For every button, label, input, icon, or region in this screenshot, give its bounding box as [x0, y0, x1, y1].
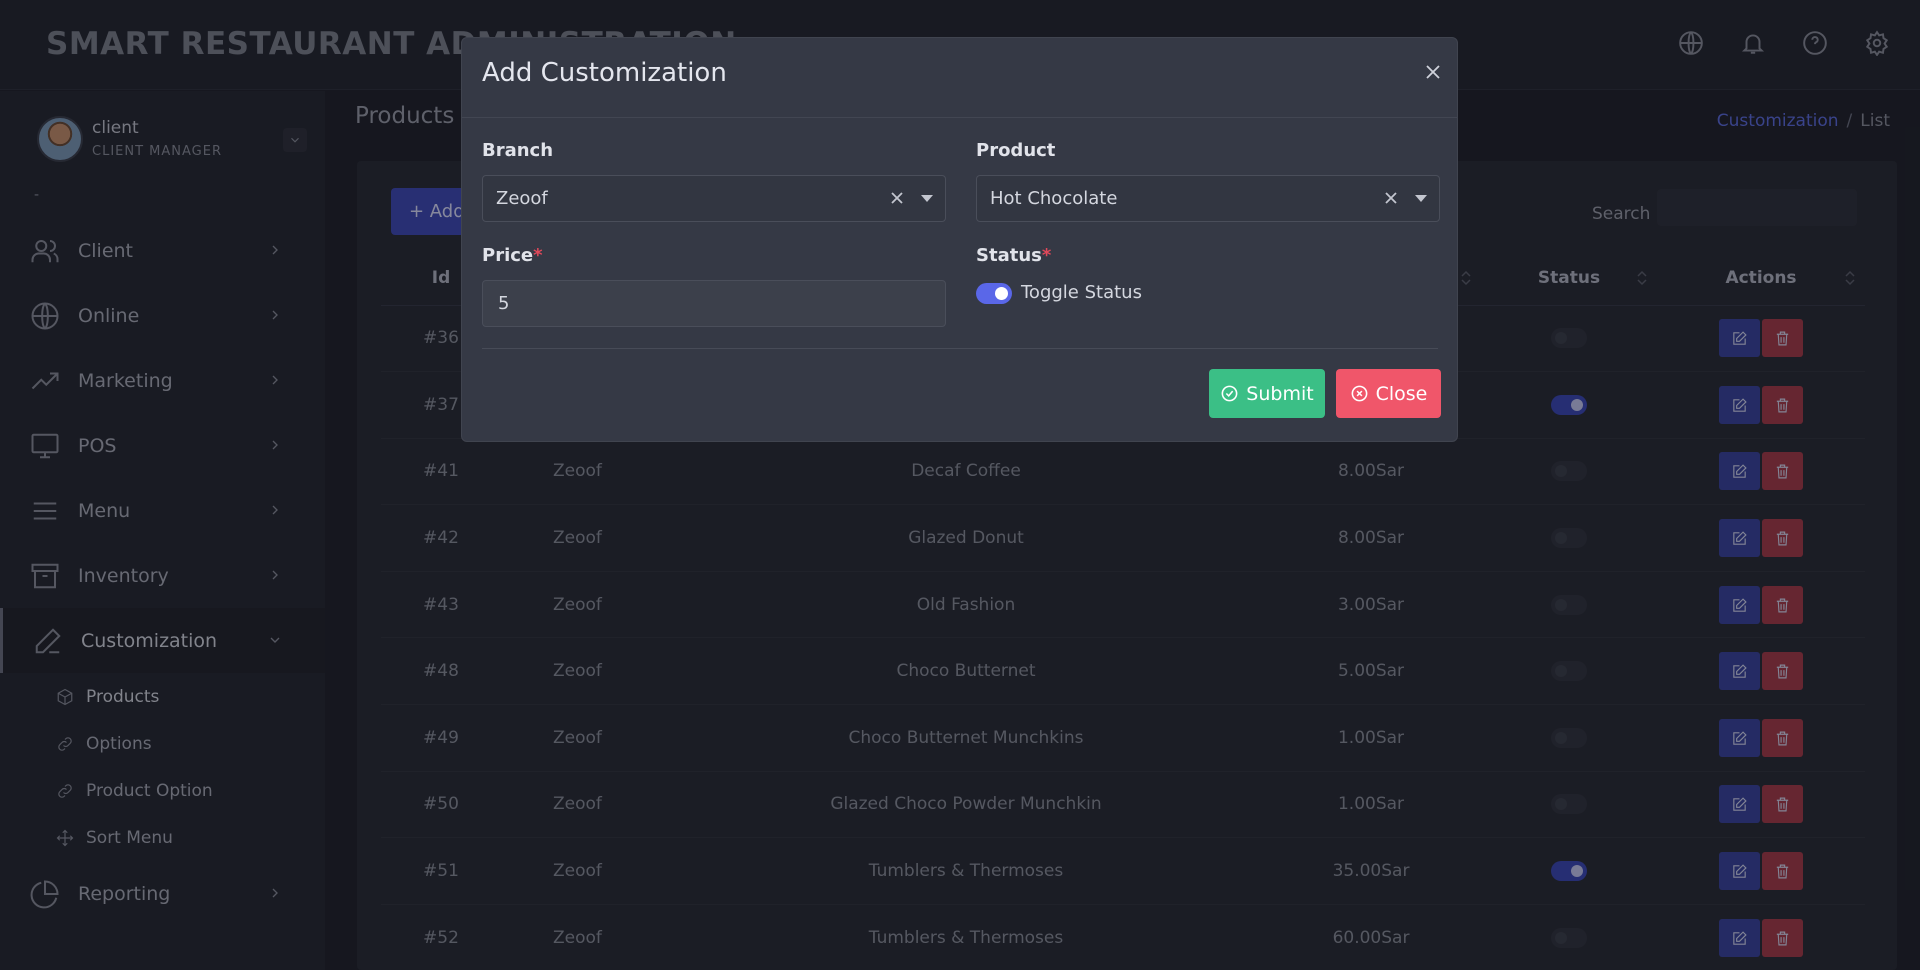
required-mark: *: [1041, 245, 1052, 266]
required-mark: *: [533, 245, 543, 266]
close-icon: [1426, 65, 1440, 79]
modal-header: Add Customization: [462, 38, 1457, 118]
price-label-text: Price: [482, 245, 534, 266]
check-circle-icon: [1221, 385, 1238, 402]
submit-button[interactable]: Submit: [1209, 369, 1325, 418]
branch-label: Branch: [482, 140, 553, 161]
product-select[interactable]: Hot Chocolate: [976, 175, 1440, 222]
add-customization-modal: Add Customization Branch Zeoof Product H…: [461, 37, 1458, 442]
product-label: Product: [976, 140, 1055, 161]
caret-down-icon[interactable]: [1415, 195, 1427, 202]
branch-label-text: Branch: [482, 140, 554, 161]
status-toggle-label: Toggle Status: [1021, 282, 1142, 303]
branch-select[interactable]: Zeoof: [482, 175, 946, 222]
clear-icon[interactable]: [889, 190, 905, 206]
modal-divider: [482, 348, 1438, 349]
status-toggle[interactable]: [976, 283, 1012, 304]
product-label-text: Product: [976, 140, 1056, 161]
modal-title: Add Customization: [482, 58, 727, 88]
caret-down-icon[interactable]: [921, 195, 933, 202]
price-label: Price*: [482, 245, 543, 266]
close-button-label: Close: [1375, 382, 1428, 405]
status-label-text: Status: [976, 245, 1042, 266]
status-label: Status*: [976, 245, 1051, 266]
x-circle-icon: [1351, 385, 1368, 402]
price-input[interactable]: [482, 280, 946, 327]
clear-icon[interactable]: [1383, 190, 1399, 206]
submit-button-label: Submit: [1246, 382, 1314, 405]
close-button[interactable]: Close: [1336, 369, 1441, 418]
branch-select-value: Zeoof: [496, 188, 548, 209]
product-select-value: Hot Chocolate: [990, 188, 1118, 209]
modal-close-button[interactable]: [1423, 62, 1443, 82]
